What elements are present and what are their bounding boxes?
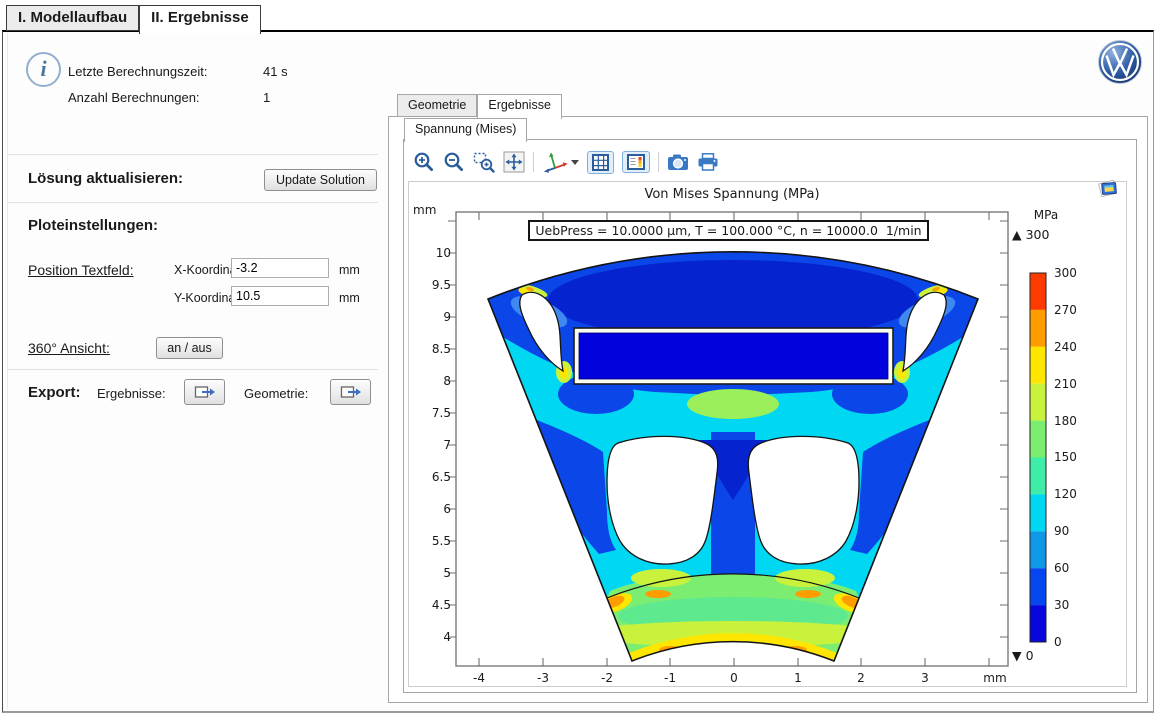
x-tick-label: 0 [719, 671, 749, 685]
colorbar-tick-label: 90 [1054, 523, 1088, 539]
main-tabbar: I. Modellaufbau II. Ergebnisse [6, 5, 261, 31]
plot-settings-heading: Ploteinstellungen: [28, 217, 158, 234]
separator [8, 154, 378, 155]
x-tick-label: -2 [592, 671, 622, 685]
stress-contour-plot [409, 182, 1128, 688]
zoom-box-icon[interactable] [473, 151, 495, 173]
print-icon[interactable] [697, 153, 719, 171]
view-dropdown-caret-icon[interactable] [571, 160, 579, 165]
computation-count-value: 1 [263, 90, 270, 105]
default-view-icon[interactable] [542, 151, 579, 173]
x-tick-label: -1 [655, 671, 685, 685]
view-360-toggle-button[interactable]: an / aus [156, 337, 223, 359]
x-tick-label: 3 [910, 671, 940, 685]
tab-modellaufbau[interactable]: I. Modellaufbau [6, 5, 139, 31]
zoom-in-icon[interactable] [413, 151, 435, 173]
y-unit-label: mm [339, 291, 360, 305]
y-tick-label: 6.5 [415, 469, 451, 485]
x-tick-label: 1 [783, 671, 813, 685]
export-geometry-button[interactable] [330, 379, 371, 405]
y-tick-label: 7 [415, 437, 451, 453]
separator [8, 369, 378, 370]
colorbar-tick-label: 30 [1054, 597, 1088, 613]
separator [8, 202, 378, 203]
vw-logo [1097, 39, 1143, 90]
plot-annotation: UebPress = 10.0000 µm, T = 100.000 °C, n… [528, 220, 929, 241]
colorbar [1030, 273, 1046, 642]
plot-title: Von Mises Spannung (MPa) [456, 187, 1008, 202]
update-solution-button[interactable]: Update Solution [264, 169, 377, 191]
last-computation-label: Letzte Berechnungszeit: [68, 64, 207, 79]
colorbar-min-marker: ▼ 0 [1012, 648, 1082, 663]
tab-spannung-mises[interactable]: Spannung (Mises) [404, 118, 527, 142]
plot-group-icon [1098, 178, 1118, 203]
zoom-out-icon[interactable] [443, 151, 465, 173]
y-tick-label: 4 [415, 629, 451, 645]
x-tick-label: -4 [464, 671, 494, 685]
y-tick-label: 9.5 [415, 277, 451, 293]
plot-canvas[interactable]: Von Mises Spannung (MPa) mm UebPress = 1… [408, 181, 1127, 687]
tab-ergebnisse-main[interactable]: II. Ergebnisse [139, 5, 261, 34]
zoom-extents-icon[interactable] [503, 151, 525, 173]
colorbar-tick-label: 300 [1054, 265, 1088, 281]
x-coordinate-input[interactable] [231, 258, 329, 278]
export-icon [194, 385, 216, 399]
y-tick-label: 6 [415, 501, 451, 517]
y-coordinate-input[interactable] [231, 286, 329, 306]
export-geometry-label: Geometrie: [244, 386, 308, 401]
textfield-position-label: Position Textfeld: [28, 262, 134, 278]
x-tick-label: 2 [846, 671, 876, 685]
show-grid-icon[interactable] [587, 151, 614, 174]
app-window: I. Modellaufbau II. Ergebnisse i Letzte … [0, 0, 1157, 720]
toolbar-separator [533, 152, 534, 172]
y-tick-label: 8 [415, 373, 451, 389]
results-tabbar: Geometrie Ergebnisse [397, 94, 562, 117]
flux-barrier-right [748, 436, 859, 564]
export-icon [340, 385, 362, 399]
view-360-label: 360° Ansicht: [28, 340, 110, 356]
y-tick-label: 10 [415, 245, 451, 261]
plot-toolbar [413, 147, 719, 177]
export-results-label: Ergebnisse: [97, 386, 166, 401]
export-heading: Export: [28, 384, 81, 401]
y-axis-unit: mm [413, 203, 436, 217]
colorbar-tick-label: 150 [1054, 449, 1088, 465]
snapshot-icon[interactable] [667, 154, 689, 171]
tab-ergebnisse[interactable]: Ergebnisse [477, 94, 562, 119]
colorbar-tick-label: 240 [1054, 339, 1088, 355]
x-tick-label: -3 [528, 671, 558, 685]
update-solution-label: Lösung aktualisieren: [28, 170, 183, 187]
show-legend-icon[interactable] [622, 151, 650, 173]
x-unit-label: mm [339, 263, 360, 277]
y-tick-label: 5.5 [415, 533, 451, 549]
colorbar-tick-label: 270 [1054, 302, 1088, 318]
info-icon: i [26, 52, 61, 87]
last-computation-value: 41 s [263, 64, 288, 79]
colorbar-max-marker: ▲ 300 [1012, 227, 1082, 242]
colorbar-tick-label: 120 [1054, 486, 1088, 502]
colorbar-tick-label: 60 [1054, 560, 1088, 576]
stress-contours [488, 252, 978, 661]
sidebar-divider [7, 33, 8, 709]
y-tick-label: 7.5 [415, 405, 451, 421]
flux-barrier-left [607, 436, 718, 564]
tab-geometrie[interactable]: Geometrie [397, 94, 477, 117]
colorbar-tick-label: 210 [1054, 376, 1088, 392]
y-tick-label: 5 [415, 565, 451, 581]
x-axis-unit: mm [975, 671, 1015, 685]
export-results-button[interactable] [184, 379, 225, 405]
computation-count-label: Anzahl Berechnungen: [68, 90, 200, 105]
magnet-region [574, 328, 893, 384]
y-tick-label: 9 [415, 309, 451, 325]
colorbar-unit: MPa [1021, 208, 1071, 222]
toolbar-separator [658, 152, 659, 172]
y-tick-label: 4.5 [415, 597, 451, 613]
colorbar-tick-label: 180 [1054, 413, 1088, 429]
y-tick-label: 8.5 [415, 341, 451, 357]
